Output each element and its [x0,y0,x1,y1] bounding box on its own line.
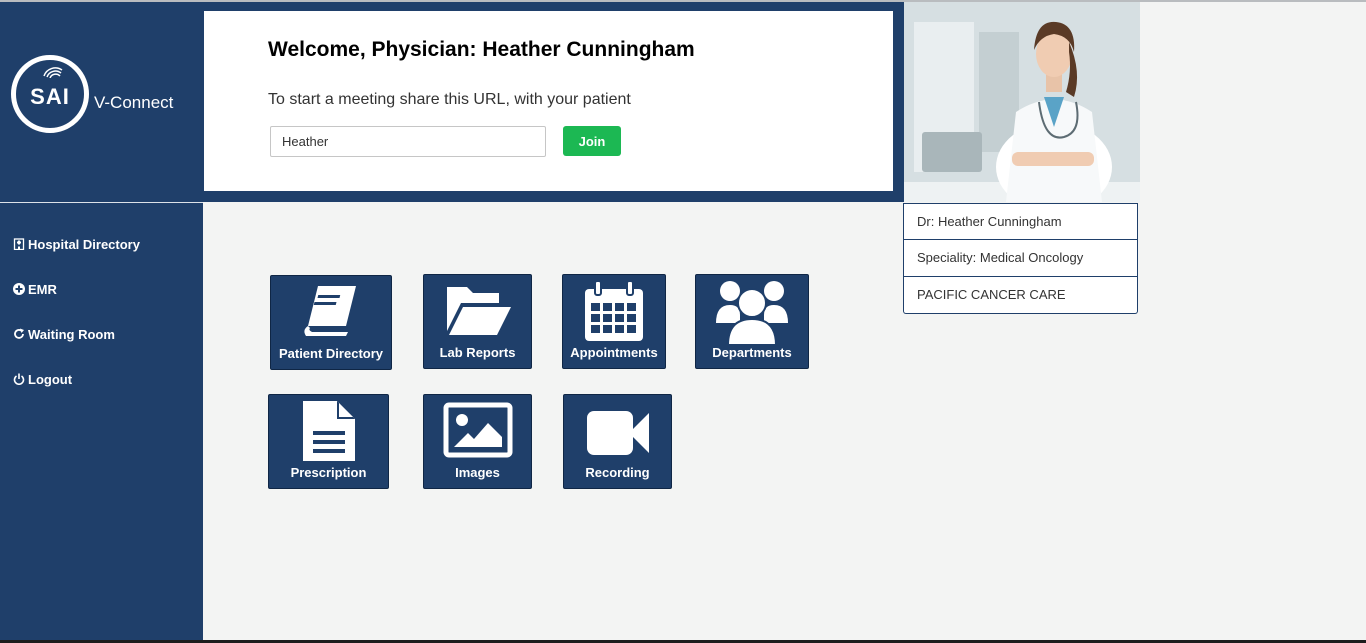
calendar-icon [585,280,643,341]
sidebar-item-label: Logout [28,371,73,387]
power-icon [13,373,25,385]
book-icon [304,286,356,336]
sidebar-nav: Hospital Directory EMR Waiting Room Logo… [13,234,140,414]
document-icon [302,401,355,461]
users-icon [716,281,788,345]
tile-prescription[interactable]: Prescription [268,394,389,489]
profile-card: Dr: Heather Cunningham Speciality: Medic… [903,203,1138,314]
sidebar-item-label: Waiting Room [28,326,115,342]
sidebar-item-hospital-directory[interactable]: Hospital Directory [13,234,140,254]
image-icon [443,402,512,458]
share-instructions: To start a meeting share this URL, with … [268,91,631,108]
sidebar: SAI V-Connect Hospital Directory EMR Wai… [0,2,203,640]
plus-circle-icon [13,283,25,295]
profile-speciality: Speciality: Medical Oncology [903,240,1138,277]
tile-label: Appointments [570,345,658,360]
tile-label: Prescription [290,465,367,480]
logo-text: SAI [30,84,70,109]
sidebar-item-emr[interactable]: EMR [13,279,140,299]
sai-logo: SAI [11,55,89,133]
hospital-icon [13,238,25,250]
physician-portrait-icon [904,2,1140,202]
sidebar-item-logout[interactable]: Logout [13,369,140,389]
tile-lab-reports[interactable]: Lab Reports [423,274,532,369]
profile-name: Dr: Heather Cunningham [903,203,1138,240]
tile-label: Recording [585,465,650,480]
signal-waves-icon [43,67,63,78]
profile-organization: PACIFIC CANCER CARE [903,277,1138,314]
tile-images[interactable]: Images [423,394,532,489]
sidebar-item-waiting-room[interactable]: Waiting Room [13,324,140,344]
sidebar-item-label: EMR [28,281,57,297]
welcome-panel: Welcome, Physician: Heather Cunningham T… [204,11,893,191]
physician-photo [904,2,1140,202]
tile-departments[interactable]: Departments [695,274,809,369]
meeting-url-input[interactable] [270,126,546,157]
refresh-icon [14,328,24,339]
video-camera-icon [586,411,649,455]
tile-recording[interactable]: Recording [563,394,672,489]
tile-label: Patient Directory [278,346,384,361]
sidebar-divider [0,202,203,203]
folder-open-icon [446,287,511,335]
brand-name: V-Connect [94,93,174,112]
tile-patient-directory[interactable]: Patient Directory [270,275,392,370]
page-title: Welcome, Physician: Heather Cunningham [268,38,695,61]
brand: SAI V-Connect [0,2,203,202]
tile-appointments[interactable]: Appointments [562,274,666,369]
join-button[interactable]: Join [563,126,621,156]
tile-label: Lab Reports [439,345,516,360]
sidebar-item-label: Hospital Directory [28,236,140,252]
tile-label: Images [455,465,500,480]
tile-label: Departments [712,345,792,360]
